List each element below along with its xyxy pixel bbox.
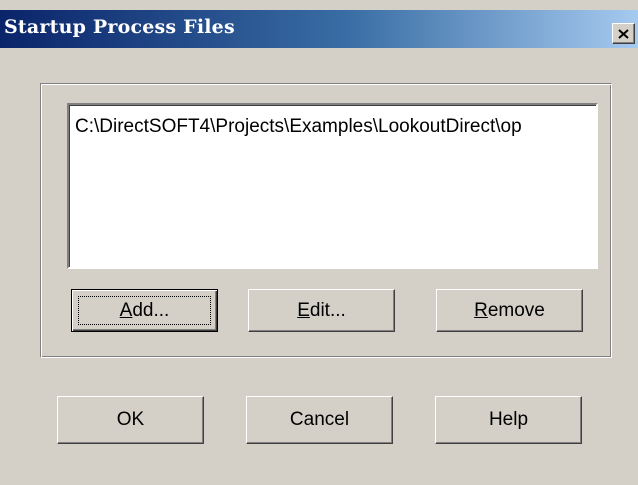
list-item[interactable]: C:\DirectSOFT4\Projects\Examples\Lookout… — [75, 116, 522, 138]
add-button[interactable]: Add... — [71, 289, 218, 332]
close-icon — [618, 28, 629, 39]
help-button[interactable]: Help — [435, 396, 582, 444]
dialog-title: Startup Process Files — [4, 16, 235, 38]
remove-button[interactable]: Remove — [436, 289, 583, 332]
cancel-button[interactable]: Cancel — [246, 396, 393, 444]
remove-button-label: Remove — [474, 299, 545, 321]
process-files-listbox[interactable]: C:\DirectSOFT4\Projects\Examples\Lookout… — [67, 103, 598, 269]
ok-button[interactable]: OK — [57, 396, 204, 444]
startup-process-files-dialog: Startup Process Files C:\DirectSOFT4\Pro… — [0, 0, 638, 485]
add-button-label: Add... — [119, 299, 170, 321]
edit-button-label: Edit... — [297, 299, 346, 321]
title-bar[interactable]: Startup Process Files — [0, 10, 638, 48]
close-button[interactable] — [612, 23, 635, 44]
edit-button[interactable]: Edit... — [248, 289, 395, 332]
cancel-button-label: Cancel — [289, 409, 350, 430]
help-button-label: Help — [488, 409, 529, 430]
ok-button-label: OK — [116, 409, 145, 430]
